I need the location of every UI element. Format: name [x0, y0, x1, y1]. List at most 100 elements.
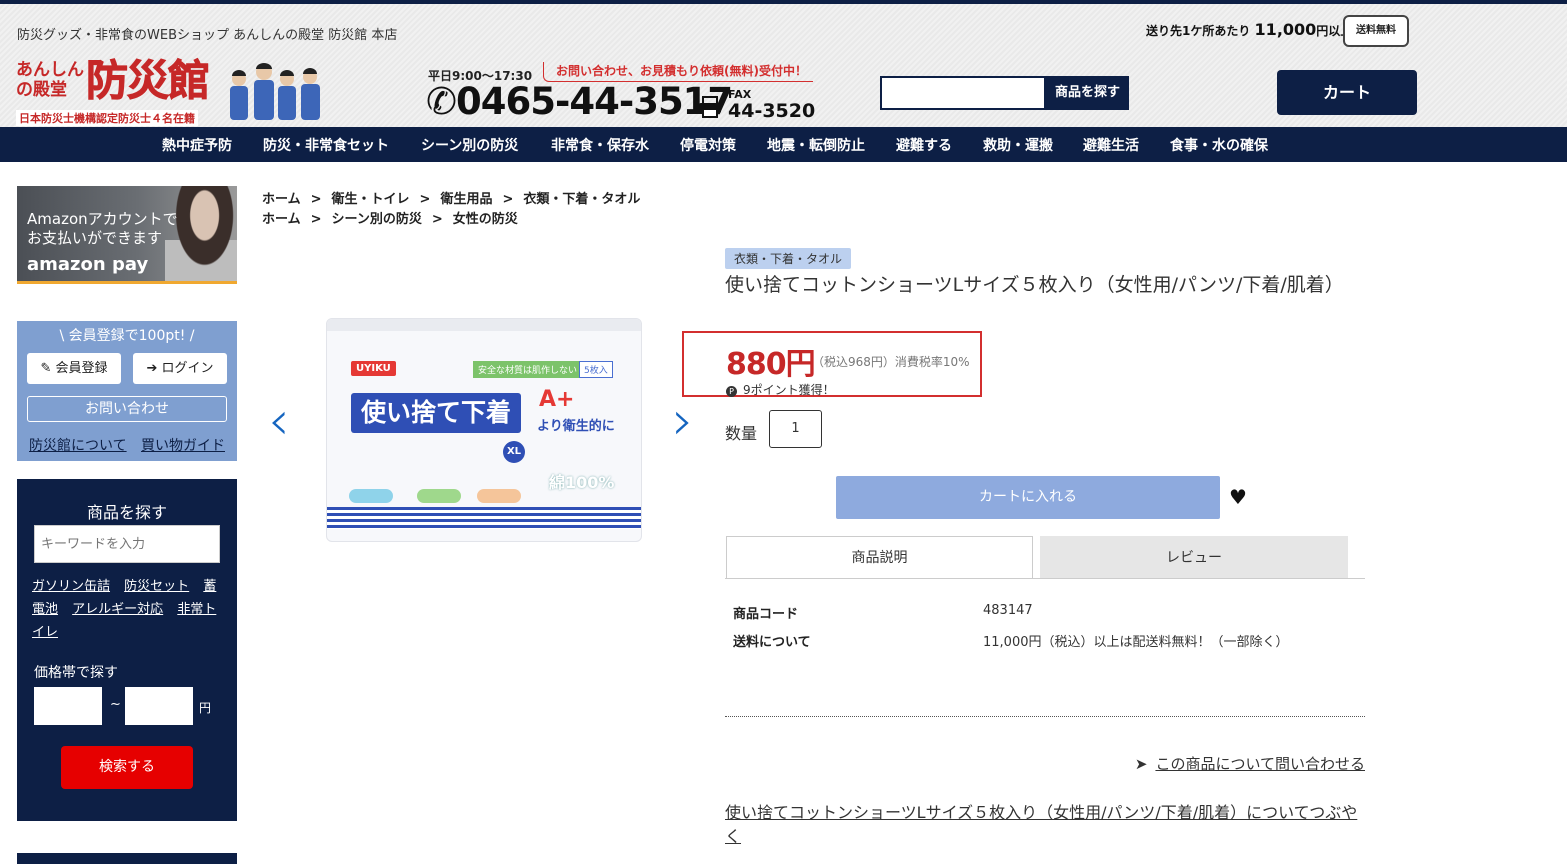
amazon-pay-logo: amazon pay — [27, 254, 149, 275]
nav-item-heatstroke[interactable]: 熱中症予防 — [162, 127, 232, 162]
package-material: 綿100% — [549, 473, 615, 492]
carousel-next-arrow[interactable]: › — [672, 394, 694, 448]
breadcrumb-link[interactable]: シーン別の防災 — [332, 212, 422, 227]
logo-small-text: あんしんの殿堂 — [16, 60, 84, 100]
tab-description[interactable]: 商品説明 — [726, 536, 1033, 579]
breadcrumb-link[interactable]: 衛生・トイレ — [332, 192, 410, 207]
price-tax-note: （税込968円）消費税率10% — [812, 355, 970, 369]
nav-item-scene[interactable]: シーン別の防災 — [421, 127, 518, 162]
fax-icon — [699, 96, 721, 118]
phone-icon: ✆ — [426, 80, 457, 123]
paper-plane-icon: ➤ — [1134, 755, 1148, 773]
product-search-panel: 商品を探す ガソリン缶詰 防災セット 蓄電池 アレルギー対応 非常トイレ 価格帯… — [17, 479, 237, 821]
tab-divider — [725, 578, 1365, 579]
site-header: 防災グッズ・非常食のWEBショップ あんしんの殿堂 防災館 本店 あんしんの殿堂… — [0, 4, 1567, 127]
login-icon: ➔ — [146, 361, 158, 376]
fax-number: 44-3520 — [728, 100, 816, 122]
cart-button[interactable]: カート — [1277, 70, 1417, 115]
search-panel-title: 商品を探す — [86, 503, 167, 522]
header-search-button[interactable]: 商品を探す — [1046, 76, 1129, 110]
site-tagline: 防災グッズ・非常食のWEBショップ あんしんの殿堂 防災館 本店 — [17, 28, 398, 43]
contact-button[interactable]: お問い合わせ — [27, 396, 227, 422]
price-max-input[interactable] — [125, 687, 193, 725]
chevron-right-icon: > — [310, 192, 322, 207]
product-title: 使い捨てコットンショーツLサイズ５枚入り（女性用/パンツ/下着/肌着） — [725, 274, 1344, 296]
package-pill — [349, 489, 393, 503]
package-banner: 使い捨て下着 — [351, 393, 521, 433]
price-range-separator: ~ — [110, 697, 121, 712]
nav-item-evacuation-life[interactable]: 避難生活 — [1083, 127, 1139, 162]
sidebar-next-section — [17, 853, 237, 864]
product-price: 880円 — [726, 347, 816, 382]
quantity-input[interactable]: 1 — [769, 410, 822, 448]
phone-number[interactable]: ✆0465-44-3517 — [426, 80, 733, 123]
chevron-right-icon: > — [310, 212, 322, 227]
member-box: \ 会員登録で100pt! / ✎ 会員登録 ➔ ログイン お問い合わせ 防災館… — [17, 321, 237, 461]
package-side-text: より衛生的に — [537, 419, 615, 434]
site-logo[interactable]: あんしんの殿堂 防災館 日本防災士機構認定防災士４名在籍 — [16, 56, 321, 126]
favorite-heart-icon[interactable]: ♥ — [1229, 485, 1247, 509]
breadcrumb-link[interactable]: ホーム — [262, 192, 301, 207]
spec-value-shipping: 11,000円（税込）以上は配送料無料！（一部除く） — [983, 635, 1289, 650]
nav-item-evacuate[interactable]: 避難する — [896, 127, 952, 162]
price-unit: 円 — [199, 701, 212, 715]
sidebar-search-button[interactable]: 検索する — [61, 746, 193, 789]
amazon-pay-banner[interactable]: Amazonアカウントで お支払いができます amazon pay — [17, 186, 237, 284]
login-button[interactable]: ➔ ログイン — [133, 353, 227, 384]
breadcrumb: ホーム > 衛生・トイレ > 衛生用品 > 衣類・下着・タオル — [262, 188, 640, 207]
nav-item-emergency-food[interactable]: 非常食・保存水 — [551, 127, 649, 162]
inquiry-notice: お問い合わせ、お見積もり依頼(無料)受付中！ — [543, 62, 813, 82]
breadcrumb-link[interactable]: 女性の防災 — [453, 212, 518, 227]
logo-main-text: 防災館 — [85, 56, 210, 106]
package-pill — [477, 489, 521, 503]
spec-value-code: 483147 — [983, 603, 1033, 618]
about-link[interactable]: 防災館について — [29, 435, 127, 455]
package-grade: A+ — [539, 387, 575, 412]
staff-illustration — [230, 63, 320, 120]
package-zipper — [327, 319, 641, 331]
product-inquiry-link[interactable]: ➤ この商品について問い合わせる — [1135, 753, 1365, 774]
tab-review[interactable]: レビュー — [1040, 536, 1348, 579]
quantity-label: 数量 — [725, 424, 758, 443]
header-search-input[interactable] — [880, 76, 1046, 110]
free-shipping-note: 送り先1ケ所あたり 11,000円以上で — [1146, 20, 1365, 39]
product-image[interactable]: UYIKU 安全な材質は肌作しない 5枚入 使い捨て下着 A+ より衛生的に X… — [326, 318, 642, 542]
chevron-right-icon: > — [431, 212, 443, 227]
nav-item-rescue[interactable]: 救助・運搬 — [983, 127, 1053, 162]
tag-link[interactable]: ガソリン缶詰 — [32, 579, 110, 594]
nav-item-power-outage[interactable]: 停電対策 — [680, 127, 736, 162]
breadcrumb-link[interactable]: 衣類・下着・タオル — [523, 192, 640, 207]
breadcrumb-link[interactable]: 衛生用品 — [440, 192, 492, 207]
tag-link[interactable]: アレルギー対応 — [72, 602, 163, 617]
guide-link[interactable]: 買い物ガイド — [141, 435, 225, 455]
chevron-right-icon: > — [502, 192, 514, 207]
amazon-banner-text: Amazonアカウントで お支払いができます — [27, 210, 178, 247]
tag-link[interactable]: 防災セット — [124, 579, 189, 594]
truck-icon: 送料無料 — [1343, 15, 1409, 47]
package-brand: UYIKU — [351, 361, 396, 376]
spec-label-code: 商品コード — [733, 607, 799, 622]
popular-tags: ガソリン缶詰 防災セット 蓄電池 アレルギー対応 非常トイレ — [32, 575, 224, 644]
package-green-label: 安全な材質は肌作しない — [473, 361, 583, 378]
category-badge[interactable]: 衣類・下着・タオル — [725, 248, 852, 269]
price-min-input[interactable] — [34, 687, 102, 725]
main-nav: 熱中症予防 防災・非常食セット シーン別の防災 非常食・保存水 停電対策 地震・… — [0, 127, 1567, 162]
breadcrumb-link[interactable]: ホーム — [262, 212, 301, 227]
logo-subtitle: 日本防災士機構認定防災士４名在籍 — [16, 110, 198, 126]
nav-item-disaster-set[interactable]: 防災・非常食セット — [263, 127, 389, 162]
carousel-prev-arrow[interactable]: ‹ — [268, 394, 290, 448]
add-to-cart-button[interactable]: カートに入れる — [836, 476, 1220, 519]
price-range-title: 価格帯で探す — [34, 665, 118, 681]
points-icon: P — [726, 386, 737, 397]
tweet-link[interactable]: 使い捨てコットンショーツLサイズ５枚入り（女性用/パンツ/下着/肌着）についてつ… — [725, 801, 1370, 849]
package-count: 5枚入 — [579, 361, 613, 378]
register-button[interactable]: ✎ 会員登録 — [27, 353, 121, 384]
keyword-input[interactable] — [34, 525, 220, 563]
package-size-badge: XL — [503, 441, 525, 463]
points-earned: P 9ポイント獲得！ — [726, 381, 835, 398]
nav-item-food-water[interactable]: 食事・水の確保 — [1170, 127, 1268, 162]
member-promo: \ 会員登録で100pt! / — [59, 328, 195, 344]
spec-label-shipping: 送料について — [733, 635, 811, 650]
nav-item-earthquake[interactable]: 地震・転倒防止 — [767, 127, 865, 162]
chevron-right-icon: > — [419, 192, 431, 207]
